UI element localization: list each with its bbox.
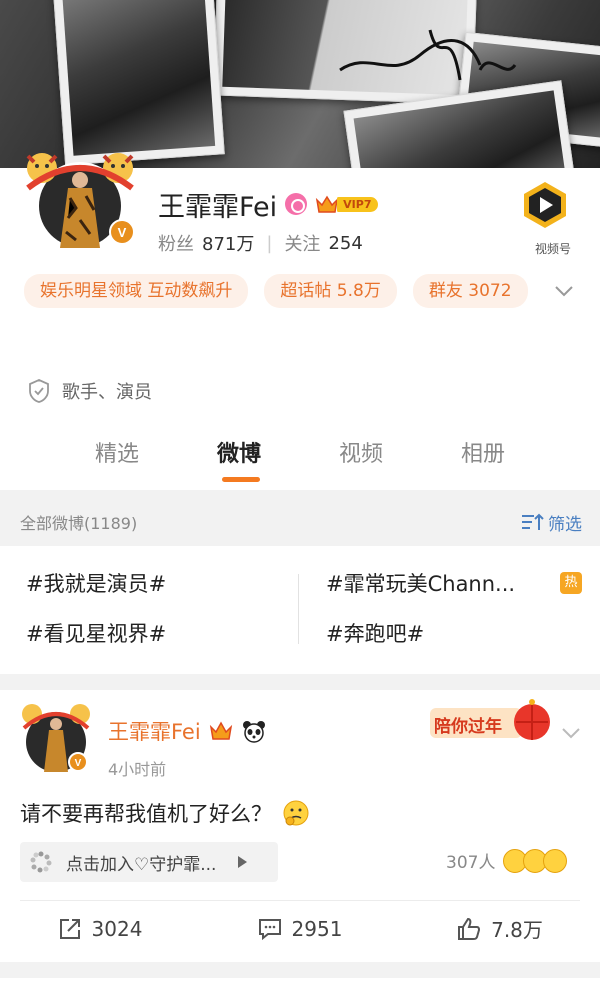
video-channel-button[interactable]: 视频号 (520, 180, 586, 258)
cover-photo[interactable] (0, 0, 600, 170)
tab-weibo[interactable]: 微博 (178, 436, 300, 486)
weibo-post[interactable]: V 王霏霏Fei 4小时前 陪你过年 请不要再帮我值机了好么？ 点击加入♡守护霏… (0, 690, 600, 962)
tab-video[interactable]: 视频 (300, 436, 422, 486)
svg-text:V: V (75, 758, 82, 769)
chevron-down-icon[interactable] (553, 280, 575, 302)
tag-super-topic[interactable]: 超话帖 5.8万 (264, 274, 397, 308)
shield-icon (29, 379, 49, 403)
grinning-emoji-icon (543, 848, 568, 873)
tag-entertainment-domain[interactable]: 娱乐明星领域 互动数飙升 (24, 274, 249, 308)
thinking-emoji-icon (283, 800, 309, 826)
profile-tabs: 精选 微博 视频 相册 (0, 436, 600, 486)
post-text: 请不要再帮我值机了好么？ (20, 802, 272, 826)
video-channel-icon (524, 182, 566, 228)
filter-button[interactable]: 筛选 (520, 510, 582, 535)
comment-icon (258, 918, 281, 940)
topic-link[interactable]: #我就是演员# (26, 568, 166, 598)
following-count[interactable]: 254 (328, 233, 362, 254)
topics-divider (298, 574, 299, 644)
crown-icon[interactable] (209, 720, 233, 742)
join-guard-button[interactable]: 点击加入♡守护霏... (20, 842, 278, 882)
like-button[interactable]: 7.8万 (400, 914, 600, 943)
repost-count: 3024 (91, 916, 143, 941)
comment-button[interactable]: 2951 (200, 914, 400, 943)
repost-button[interactable]: 3024 (0, 914, 200, 943)
post-author-row: 王霏霏Fei (108, 716, 267, 746)
reaction-emojis (503, 848, 568, 873)
tab-album[interactable]: 相册 (422, 436, 544, 486)
profile-stats: 粉丝 871万 | 关注 254 (158, 230, 363, 256)
fans-count[interactable]: 871万 (202, 230, 254, 256)
profile-tags: 娱乐明星领域 互动数飙升 超话帖 5.8万 群友 3072 (24, 274, 544, 308)
play-arrow-icon (238, 856, 248, 868)
post-content[interactable]: 请不要再帮我值机了好么？ (20, 798, 310, 828)
panda-icon[interactable] (241, 719, 267, 743)
bio-text: 歌手、演员 (62, 382, 152, 403)
topics-panel: #我就是演员# #霏常玩美Chann... 热 #看见星视界# #奔跑吧# (0, 546, 600, 674)
spinner-icon (30, 851, 52, 873)
profile-name-row: 王霏霏Fei VIP7 (158, 186, 378, 223)
tab-featured[interactable]: 精选 (56, 436, 178, 486)
reaction-count: 307人 (446, 853, 496, 873)
all-weibo-count[interactable]: 全部微博(1189) (20, 510, 137, 534)
repost-icon (59, 918, 80, 939)
following-label[interactable]: 关注 (284, 230, 320, 256)
like-count: 7.8万 (491, 918, 543, 942)
vip-level: VIP7 (337, 196, 378, 212)
new-year-decoration: 陪你过年 (428, 698, 558, 744)
profile-bio: 歌手、演员 (28, 378, 152, 404)
vip-badge[interactable]: VIP7 (315, 194, 378, 214)
post-menu-chevron-icon[interactable] (560, 722, 582, 744)
tag-group-friends[interactable]: 群友 3072 (412, 274, 528, 308)
signature-graphic (339, 29, 517, 81)
crown-icon (316, 195, 339, 213)
profile-card: V 王霏霏Fei VIP7 粉丝 871万 | 关注 254 视频号 娱乐明星领… (0, 153, 600, 490)
post-actions: 3024 2951 7.8万 (0, 914, 600, 943)
next-card-peek (0, 978, 600, 1000)
comment-count: 2951 (291, 916, 343, 941)
filter-icon (522, 513, 544, 530)
topic-link[interactable]: #看见星视界# (26, 618, 166, 648)
filter-label: 筛选 (548, 514, 582, 535)
decoration-text: 陪你过年 (434, 717, 502, 737)
post-author-name[interactable]: 王霏霏Fei (108, 716, 201, 746)
post-time: 4小时前 (108, 760, 167, 779)
weibo-filter-bar: 全部微博(1189) 筛选 (0, 500, 600, 544)
guard-text: 点击加入♡守护霏... (66, 854, 217, 875)
lollipop-icon[interactable] (285, 193, 308, 215)
cover-polaroid (51, 0, 225, 166)
topic-link[interactable]: #霏常玩美Chann... (326, 568, 515, 598)
profile-avatar[interactable]: V (20, 148, 140, 252)
post-divider (20, 900, 580, 901)
profile-name: 王霏霏Fei (158, 191, 278, 223)
thumbs-up-icon (458, 917, 481, 940)
post-reactions[interactable]: 307人 (446, 848, 568, 873)
video-channel-label: 视频号 (520, 240, 586, 257)
hot-badge: 热 (560, 572, 582, 594)
stats-separator: | (266, 232, 273, 254)
svg-text:V: V (118, 225, 127, 240)
post-author-avatar[interactable]: V (20, 702, 92, 774)
fans-label[interactable]: 粉丝 (158, 230, 194, 256)
topic-link[interactable]: #奔跑吧# (326, 618, 424, 648)
